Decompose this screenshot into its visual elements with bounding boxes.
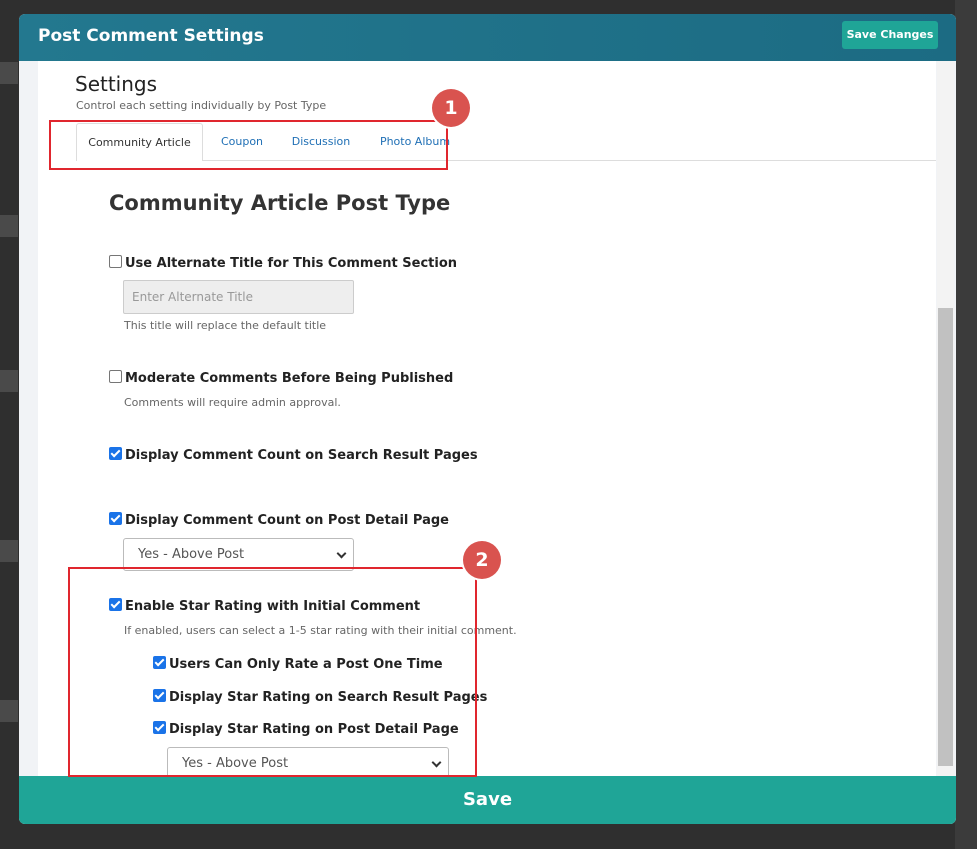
comment-count-search-checkbox[interactable] <box>109 447 122 460</box>
moderate-comments-checkbox[interactable] <box>109 370 122 383</box>
scrollbar-thumb[interactable] <box>938 308 953 766</box>
bg-fragment <box>0 215 18 237</box>
comment-count-detail-label: Display Comment Count on Post Detail Pag… <box>125 513 449 528</box>
modal-header: Post Comment Settings Save Changes <box>19 14 956 61</box>
bg-right-edge <box>955 0 977 849</box>
alternate-title-checkbox[interactable] <box>109 255 122 268</box>
bg-fragment <box>0 370 18 392</box>
alternate-title-label: Use Alternate Title for This Comment Sec… <box>125 256 458 271</box>
scrollbar[interactable] <box>937 61 954 776</box>
annotation-marker-1: 1 <box>432 89 470 127</box>
comment-count-detail-checkbox[interactable] <box>109 512 122 525</box>
modal-title: Post Comment Settings <box>38 26 264 46</box>
comment-count-search-label: Display Comment Count on Search Result P… <box>125 448 478 463</box>
moderate-comments-label: Moderate Comments Before Being Published <box>125 371 454 386</box>
alternate-title-hint: This title will replace the default titl… <box>124 319 327 332</box>
settings-subtitle: Control each setting individually by Pos… <box>76 99 327 112</box>
annotation-box-tabs <box>49 120 448 170</box>
bg-fragment <box>0 540 18 562</box>
chevron-down-icon <box>336 548 347 559</box>
save-changes-button[interactable]: Save Changes <box>842 21 938 49</box>
settings-title: Settings <box>75 72 158 96</box>
annotation-marker-2: 2 <box>463 541 501 579</box>
comment-count-position-value: Yes - Above Post <box>138 547 245 562</box>
annotation-box-star-rating <box>68 567 477 777</box>
section-title: Community Article Post Type <box>109 191 451 215</box>
moderate-comments-hint: Comments will require admin approval. <box>124 396 341 409</box>
save-button[interactable]: Save <box>19 776 956 824</box>
alternate-title-input[interactable]: Enter Alternate Title <box>123 280 354 314</box>
bg-fragment <box>0 62 18 84</box>
bg-fragment <box>0 700 18 722</box>
